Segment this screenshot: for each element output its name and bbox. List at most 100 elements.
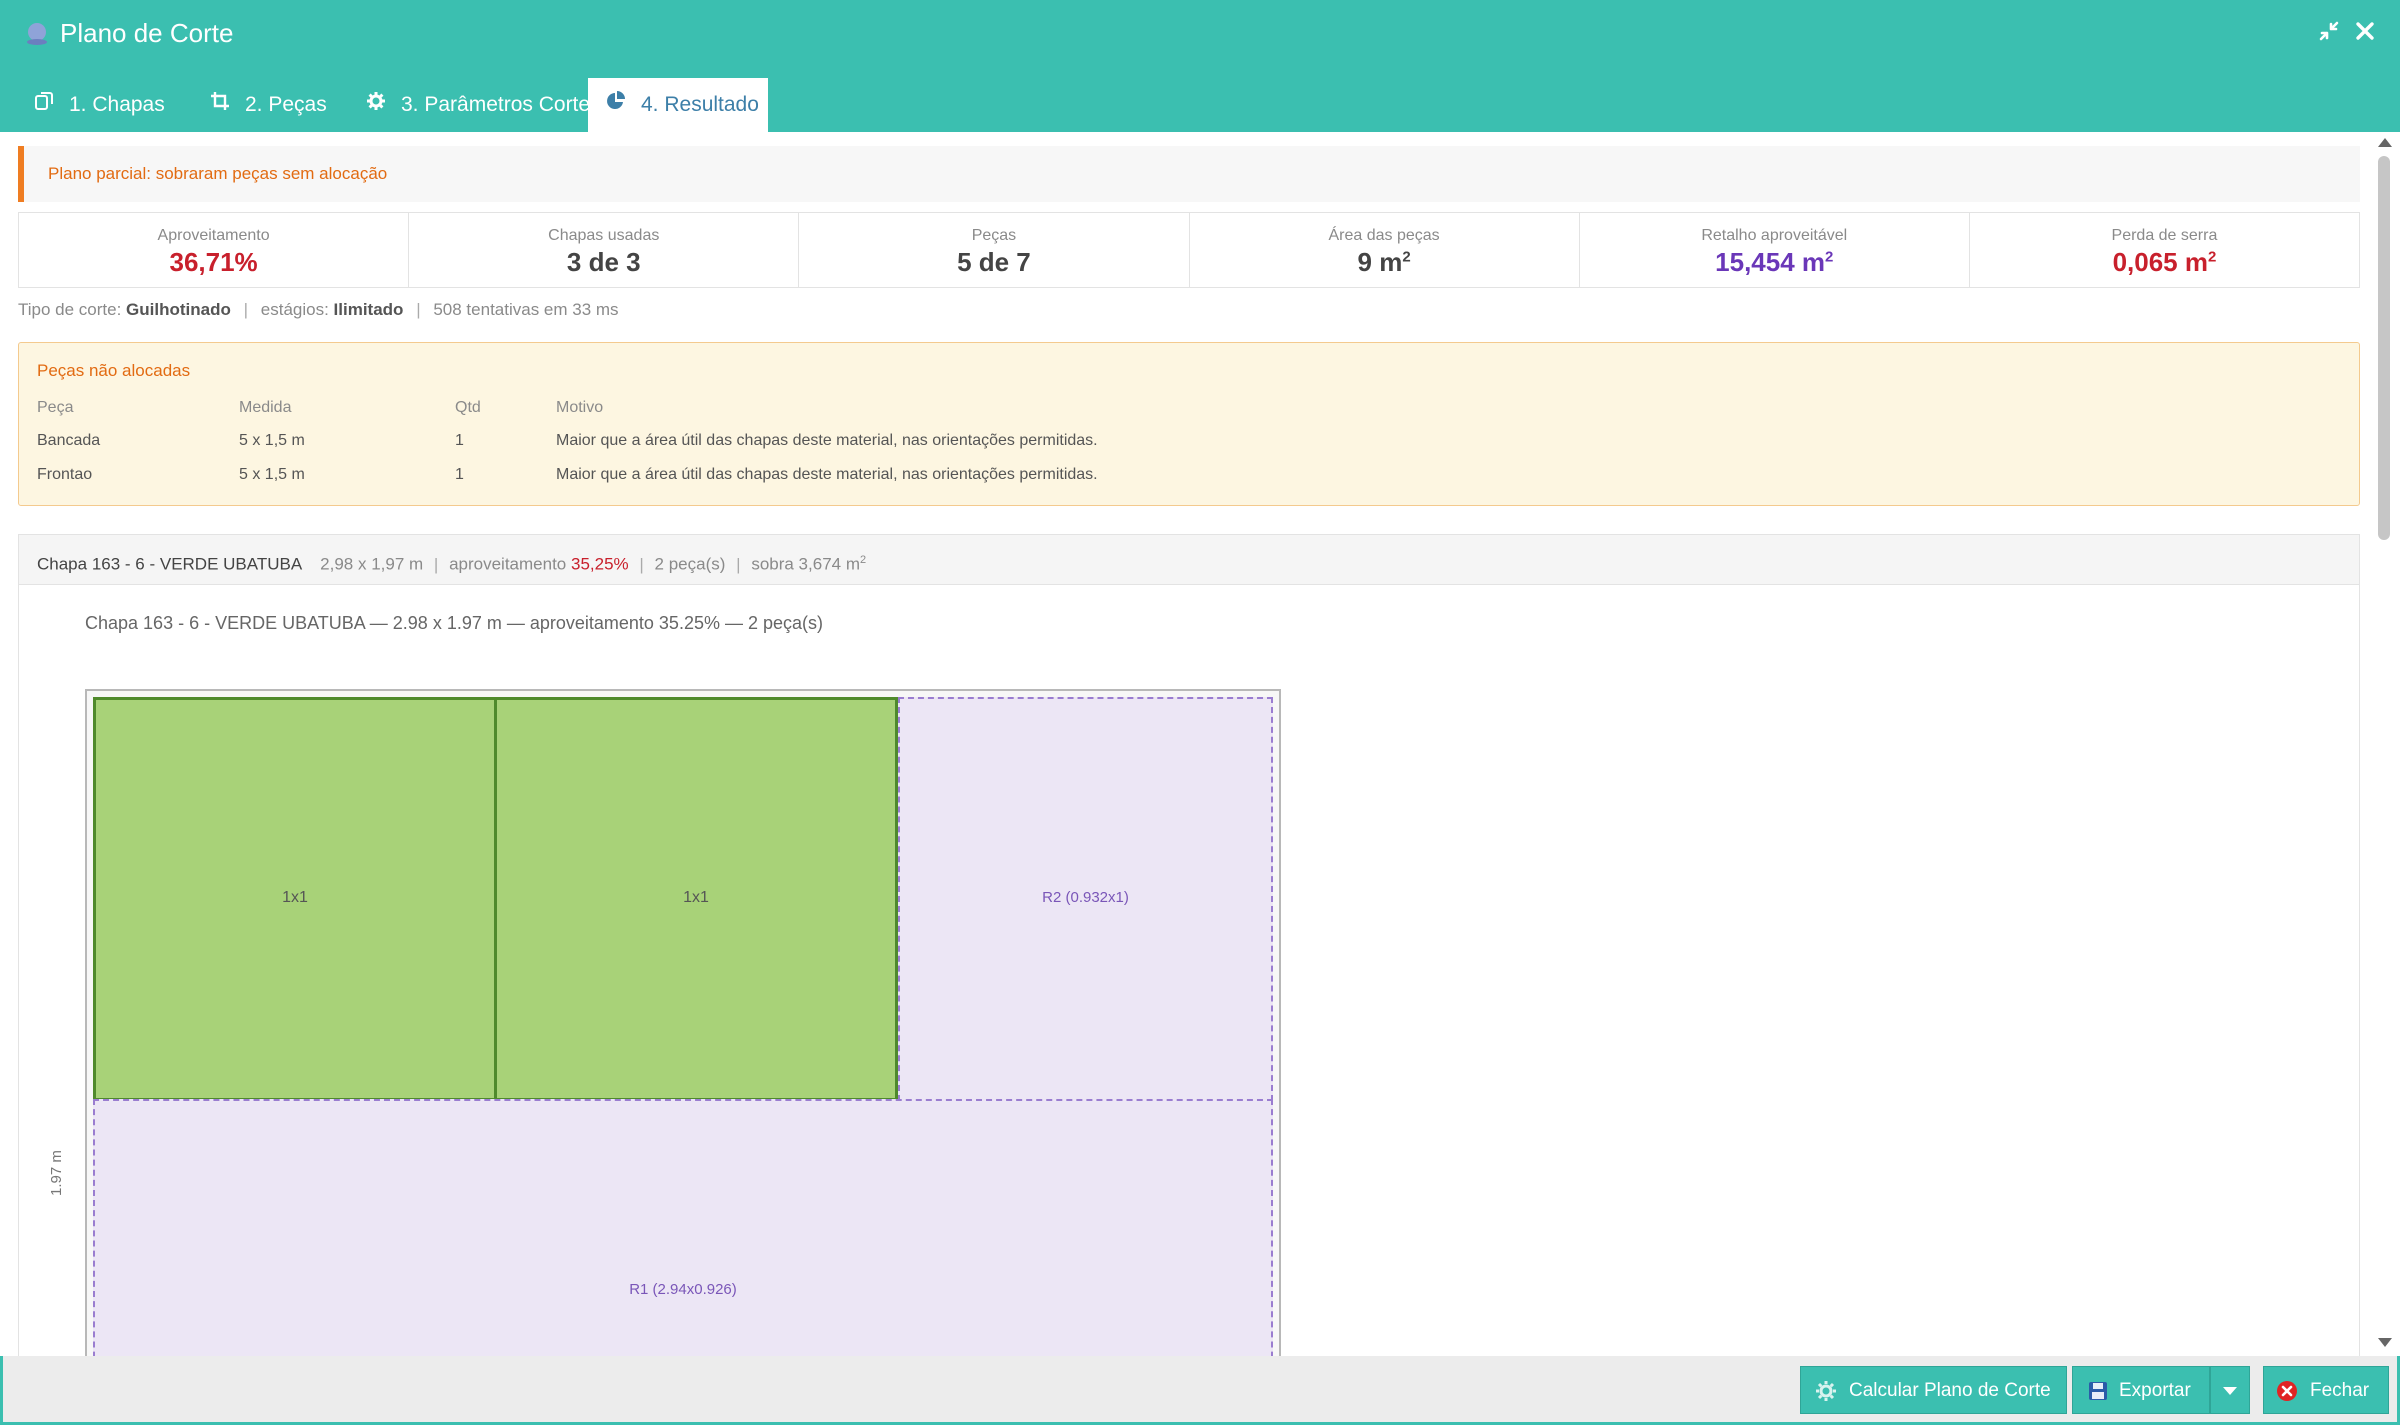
tab-resultado[interactable]: 4. Resultado: [588, 78, 768, 132]
alert-text: Plano parcial: sobraram peças sem alocaç…: [48, 164, 388, 183]
stat-value-text: 9 m: [1357, 247, 1403, 277]
tab-parametros-corte[interactable]: 3. Parâmetros Corte: [348, 78, 590, 132]
caret-down-icon: [2223, 1387, 2237, 1395]
calculate-plan-button[interactable]: Calcular Plano de Corte: [1800, 1366, 2067, 1414]
separator: |: [416, 300, 421, 319]
stat-value: 0,065 m2: [1970, 247, 2359, 278]
piece-1[interactable]: 1x1: [93, 697, 497, 1101]
close-label: Fechar: [2310, 1380, 2370, 1401]
stats-bar: Aproveitamento 36,71% Chapas usadas 3 de…: [18, 212, 2360, 288]
separator: |: [736, 554, 741, 574]
table-cell: Maior que a área útil das chapas deste m…: [556, 466, 1098, 483]
table-cell: Bancada: [37, 432, 101, 449]
stat-unit-sup: 2: [2207, 248, 2217, 266]
stat-label: Peças: [971, 227, 1017, 244]
tab-label: 4. Resultado: [641, 93, 759, 116]
table-cell: 1: [455, 466, 464, 483]
separator: |: [639, 554, 644, 574]
stat-unit-sup: 2: [1402, 248, 1411, 266]
sheet-card: Chapa 163 - 6 - VERDE UBATUBA 2,98 x 1,9…: [18, 534, 2360, 1356]
window-title: Plano de Corte: [60, 18, 234, 48]
collapse-icon[interactable]: [2316, 20, 2342, 46]
stat-value: 5 de 7: [957, 247, 1031, 277]
stat-unit-sup: 2: [1825, 248, 1834, 266]
col-header-medida: Medida: [239, 399, 292, 416]
cut-type-value: Guilhotinado: [126, 300, 231, 319]
sheet-size: 2,98 x 1,97 m: [320, 554, 424, 574]
window-titlebar: Plano de Corte: [0, 0, 2400, 66]
stat-value: 9 m2: [1190, 247, 1579, 278]
footer-toolbar: Calcular Plano de Corte Exportar Fechar: [3, 1356, 2397, 1422]
tab-pecas[interactable]: 2. Peças: [192, 78, 348, 132]
cutting-board: 1x1 1x1 R2 (0.932x1) R1 (2.94x0.926): [85, 689, 1281, 1356]
close-circle-icon: [2277, 1381, 2297, 1401]
cut-info-line: Tipo de corte: Guilhotinado | estágios: …: [18, 300, 619, 320]
table-cell: Frontao: [37, 466, 93, 483]
stat-perda-serra: Perda de serra 0,065 m2: [1970, 213, 2359, 287]
table-cell: 5 x 1,5 m: [239, 466, 305, 483]
export-label: Exportar: [2119, 1380, 2191, 1401]
floppy-disk-icon: [2089, 1382, 2107, 1400]
stat-pecas: Peças 5 de 7: [799, 213, 1190, 287]
sheet-usage-label: aproveitamento: [449, 554, 567, 574]
remnant-r1[interactable]: R1 (2.94x0.926): [93, 1099, 1273, 1356]
col-header-motivo: Motivo: [556, 399, 604, 416]
result-panel: Plano parcial: sobraram peças sem alocaç…: [0, 132, 2400, 1356]
tab-label: 1. Chapas: [69, 93, 165, 116]
tab-label: 3. Parâmetros Corte: [401, 93, 591, 116]
unallocated-pieces-box: Peças não alocadas Peça Medida Qtd Motiv…: [18, 342, 2360, 506]
stat-value-text: 0,065 m: [2112, 247, 2208, 277]
scroll-up-arrow-icon[interactable]: [2378, 138, 2392, 147]
piece-label: 1x1: [683, 889, 709, 906]
remnant-label: R2 (0.932x1): [1042, 889, 1129, 906]
scroll-down-arrow-icon[interactable]: [2378, 1338, 2392, 1347]
gears-icon: [1816, 1381, 1836, 1401]
separator: |: [243, 300, 249, 319]
col-header-peca: Peça: [37, 399, 74, 416]
stat-chapas-usadas: Chapas usadas 3 de 3: [409, 213, 800, 287]
tab-chapas[interactable]: 1. Chapas: [16, 78, 184, 132]
stat-retalho-aproveitavel: Retalho aproveitável 15,454 m2: [1580, 213, 1970, 287]
table-cell: 5 x 1,5 m: [239, 432, 305, 449]
crop-icon: [211, 92, 229, 110]
remnant-r2[interactable]: R2 (0.932x1): [898, 697, 1273, 1101]
stat-label: Perda de serra: [2111, 227, 2218, 244]
sheet-pieces: 2 peça(s): [654, 554, 726, 574]
unallocated-title: Peças não alocadas: [37, 361, 191, 380]
export-button[interactable]: Exportar: [2072, 1366, 2210, 1414]
piece-2[interactable]: 1x1: [494, 697, 898, 1101]
remnant-label: R1 (2.94x0.926): [629, 1281, 737, 1298]
attempts-text: 508 tentativas em 33 ms: [433, 300, 619, 319]
piece-label: 1x1: [282, 889, 308, 906]
tab-label: 2. Peças: [245, 93, 327, 116]
sheet-caption: Chapa 163 - 6 - VERDE UBATUBA — 2.98 x 1…: [85, 613, 824, 633]
close-button[interactable]: Fechar: [2263, 1366, 2389, 1414]
sheet-name: Chapa 163 - 6 - VERDE UBATUBA: [37, 554, 302, 574]
stat-label: Chapas usadas: [548, 227, 660, 244]
stat-area-pecas: Área das peças 9 m2: [1190, 213, 1580, 287]
sheet-leftover-sup: 2: [860, 554, 867, 566]
cut-type-label: Tipo de corte:: [18, 300, 122, 319]
vertical-scrollbar[interactable]: [2374, 132, 2396, 1356]
table-cell: Maior que a área útil das chapas deste m…: [556, 432, 1098, 449]
partial-plan-alert: Plano parcial: sobraram peças sem alocaç…: [18, 146, 2360, 202]
sheet-leftover: sobra 3,674 m: [751, 554, 860, 574]
stat-label: Área das peças: [1328, 227, 1440, 244]
stat-value: 36,71%: [169, 247, 258, 277]
stat-label: Retalho aproveitável: [1701, 227, 1848, 244]
calculate-plan-label: Calcular Plano de Corte: [1849, 1380, 2051, 1401]
col-header-qtd: Qtd: [455, 399, 481, 416]
close-icon[interactable]: [2352, 20, 2378, 46]
export-dropdown-button[interactable]: [2210, 1366, 2250, 1414]
copy-icon: [35, 92, 53, 110]
stages-value: Ilimitado: [333, 300, 404, 319]
stat-value: 3 de 3: [566, 247, 641, 277]
stat-label: Aproveitamento: [157, 227, 270, 244]
app-icon: [27, 23, 47, 45]
gear-icon: [367, 92, 385, 110]
stat-aproveitamento: Aproveitamento 36,71%: [19, 213, 410, 287]
sheet-header[interactable]: Chapa 163 - 6 - VERDE UBATUBA 2,98 x 1,9…: [19, 535, 2359, 585]
separator: |: [433, 554, 439, 574]
scroll-thumb[interactable]: [2378, 156, 2390, 540]
sheet-height-label: 1.97 m: [48, 1150, 65, 1196]
